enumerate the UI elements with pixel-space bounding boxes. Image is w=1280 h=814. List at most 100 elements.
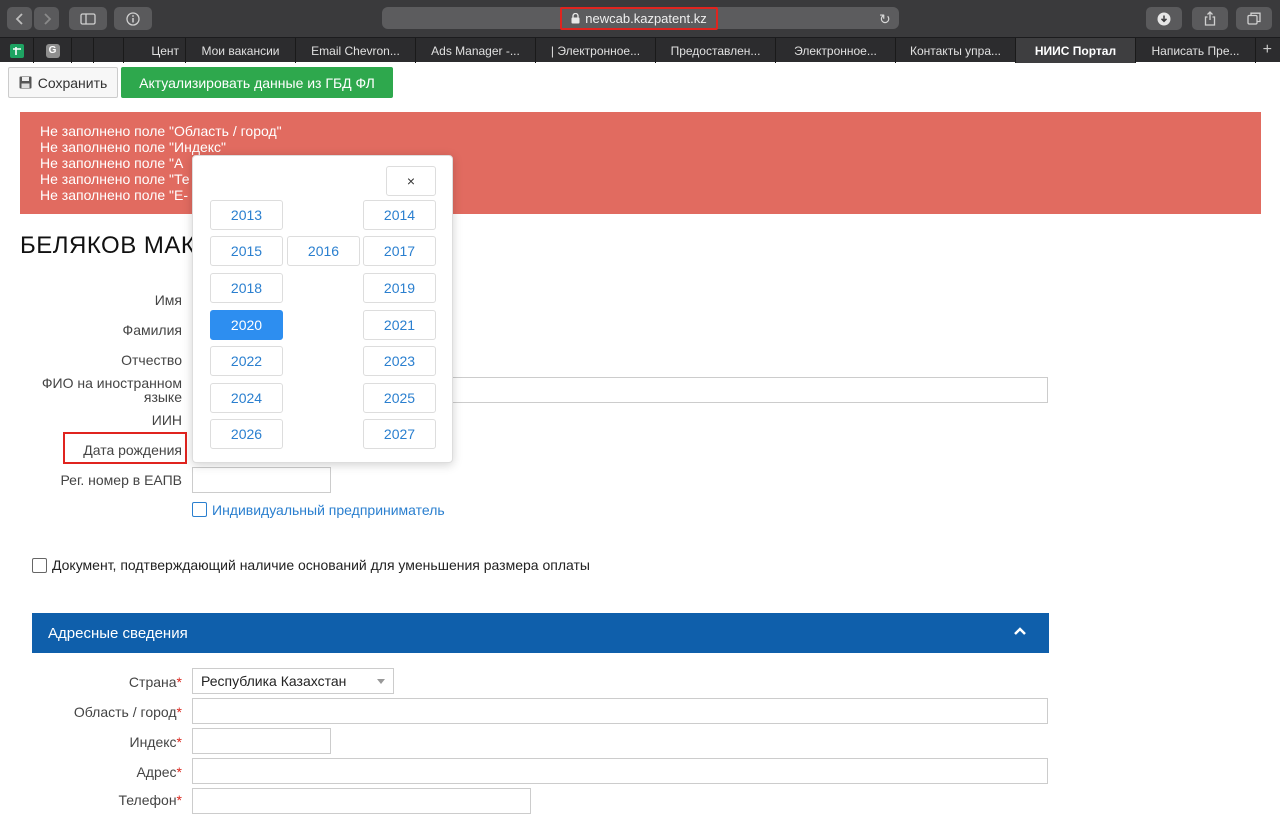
url-text: newcab.kazpatent.kz xyxy=(585,11,707,26)
floppy-disk-icon xyxy=(19,76,32,89)
country-label: Страна* xyxy=(80,674,182,690)
phone-label-text: Телефон xyxy=(118,792,177,808)
entrepreneur-checkbox[interactable] xyxy=(192,502,207,517)
tabs-overview-button[interactable] xyxy=(1236,7,1272,30)
tab-6[interactable]: Электронное... xyxy=(776,38,896,63)
country-value: Республика Казахстан xyxy=(201,673,347,689)
year-2015[interactable]: 2015 xyxy=(210,236,283,266)
tab-sheets[interactable] xyxy=(0,38,34,63)
region-label-text: Область / город xyxy=(73,704,177,720)
tab-blank[interactable] xyxy=(72,38,94,63)
info-icon xyxy=(126,11,140,26)
alert-line: Не заполнено поле "Индекс" xyxy=(40,139,227,155)
downloads-button[interactable] xyxy=(1146,7,1182,30)
index-label: Индекс* xyxy=(80,734,182,750)
sheets-icon xyxy=(9,43,24,58)
sidebar-icon xyxy=(80,12,96,25)
required-mark: * xyxy=(176,792,182,808)
url-highlight-box[interactable]: newcab.kazpatent.kz xyxy=(560,7,718,30)
entrepreneur-label[interactable]: Индивидуальный предприниматель xyxy=(212,502,445,518)
update-from-gbd-button[interactable]: Актуализировать данные из ГБД ФЛ xyxy=(121,67,393,98)
chevron-up-icon xyxy=(1014,627,1026,635)
required-mark: * xyxy=(176,764,182,780)
tab-1[interactable]: Мои вакансии xyxy=(186,38,296,63)
chevron-right-icon xyxy=(43,12,51,25)
year-2019[interactable]: 2019 xyxy=(363,273,436,303)
foreign-name-label-line2: языке xyxy=(143,389,182,405)
year-2014[interactable]: 2014 xyxy=(363,200,436,230)
required-mark: * xyxy=(176,734,182,750)
tab-blank-2[interactable] xyxy=(94,38,124,63)
country-label-text: Страна xyxy=(128,674,177,690)
tab-bar: G Цент Мои вакансии Email Chevron... Ads… xyxy=(0,37,1280,63)
share-icon xyxy=(1204,11,1216,26)
close-picker-button[interactable]: × xyxy=(386,166,436,196)
year-2013[interactable]: 2013 xyxy=(210,200,283,230)
browser-toolbar: newcab.kazpatent.kz ↻ xyxy=(0,0,1280,37)
foreign-name-label: ФИО на иностранном языке xyxy=(20,376,182,404)
eapv-reg-label: Рег. номер в ЕАПВ xyxy=(60,472,182,488)
year-2018[interactable]: 2018 xyxy=(210,273,283,303)
region-label: Область / город* xyxy=(20,704,182,720)
new-tab-icon[interactable]: + xyxy=(1263,41,1272,59)
address-label: Адрес* xyxy=(80,764,182,780)
year-2020[interactable]: 2020 xyxy=(210,310,283,340)
year-2016[interactable]: 2016 xyxy=(287,236,360,266)
download-icon xyxy=(1157,12,1171,25)
lock-icon xyxy=(571,13,580,24)
first-name-label: Имя xyxy=(154,292,182,308)
year-2023[interactable]: 2023 xyxy=(363,346,436,376)
tabs-icon xyxy=(1247,12,1261,25)
year-2025[interactable]: 2025 xyxy=(363,383,436,413)
save-button[interactable]: Сохранить xyxy=(8,67,118,98)
reader-info-button[interactable] xyxy=(114,7,152,30)
tab-5[interactable]: Предоставлен... xyxy=(656,38,776,63)
last-name-label: Фамилия xyxy=(122,322,182,338)
index-label-text: Индекс xyxy=(129,734,177,750)
country-select[interactable]: Республика Казахстан xyxy=(192,668,394,694)
year-2024[interactable]: 2024 xyxy=(210,383,283,413)
dropdown-caret-icon xyxy=(377,679,385,684)
year-2022[interactable]: 2022 xyxy=(210,346,283,376)
address-section-header[interactable]: Адресные сведения xyxy=(32,613,1049,653)
share-button[interactable] xyxy=(1192,7,1228,30)
save-label: Сохранить xyxy=(37,74,108,91)
tab-4[interactable]: | Электронное... xyxy=(536,38,656,63)
year-2027[interactable]: 2027 xyxy=(363,419,436,449)
tab-2[interactable]: Email Chevron... xyxy=(296,38,416,63)
year-picker-popup: × 2013 2014 2015 2016 2017 2018 2019 202… xyxy=(192,155,453,463)
foreign-name-label-line1: ФИО на иностранном xyxy=(41,375,182,391)
index-input[interactable] xyxy=(192,728,331,754)
phone-input[interactable] xyxy=(192,788,531,814)
tab-7[interactable]: Контакты упра... xyxy=(896,38,1016,63)
g-favicon-icon: G xyxy=(45,43,60,58)
birth-date-label: Дата рождения xyxy=(83,442,182,458)
eapv-reg-input[interactable] xyxy=(192,467,331,493)
address-section-title: Адресные сведения xyxy=(48,624,188,642)
forward-button[interactable] xyxy=(34,7,59,30)
tab-8[interactable]: НИИС Портал xyxy=(1016,38,1136,63)
tab-9[interactable]: Написать Пре... xyxy=(1136,38,1256,63)
tab-0[interactable]: Цент xyxy=(124,38,186,63)
page-title: БЕЛЯКОВ МАК xyxy=(20,232,196,259)
back-button[interactable] xyxy=(7,7,32,30)
tab-g[interactable]: G xyxy=(34,38,72,63)
address-input[interactable] xyxy=(192,758,1048,784)
foreign-name-input[interactable] xyxy=(440,377,1048,403)
chevron-left-icon xyxy=(15,12,23,25)
iin-label: ИИН xyxy=(151,412,182,428)
patronymic-label: Отчество xyxy=(121,352,182,368)
reload-icon[interactable]: ↻ xyxy=(879,11,891,28)
address-label-text: Адрес xyxy=(136,764,177,780)
required-mark: * xyxy=(176,704,182,720)
year-2026[interactable]: 2026 xyxy=(210,419,283,449)
year-2021[interactable]: 2021 xyxy=(363,310,436,340)
alert-line: Не заполнено поле "Область / город" xyxy=(40,123,282,139)
sidebar-toggle-button[interactable] xyxy=(69,7,107,30)
required-mark: * xyxy=(176,674,182,690)
tab-3[interactable]: Ads Manager -... xyxy=(416,38,536,63)
year-2017[interactable]: 2017 xyxy=(363,236,436,266)
region-input[interactable] xyxy=(192,698,1048,724)
discount-doc-checkbox[interactable] xyxy=(32,558,47,573)
discount-doc-label: Документ, подтверждающий наличие основан… xyxy=(52,557,590,573)
